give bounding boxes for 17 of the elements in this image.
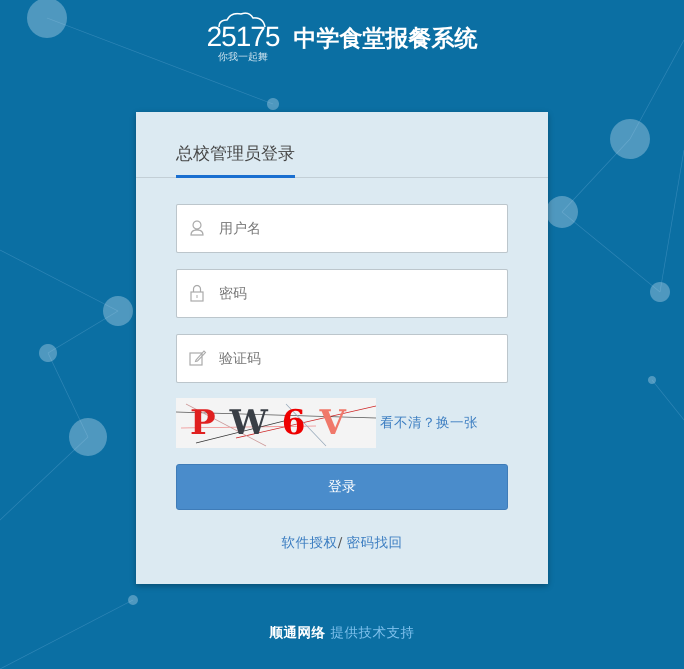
input-field[interactable]: 密码 [176, 269, 508, 318]
input-field[interactable]: 验证码 [176, 334, 508, 383]
app-title: 中学食堂报餐系统 [293, 24, 478, 54]
license-link[interactable]: 软件授权 [282, 534, 338, 552]
edit-icon [189, 349, 207, 367]
link-separator: / [338, 535, 342, 551]
login-tab[interactable]: 总校管理员登录 [176, 142, 295, 178]
logo-tagline: 你我一起舞 [218, 52, 268, 62]
input-field[interactable]: 用户名 [176, 204, 508, 253]
company-name: 顺通网络 [270, 624, 326, 642]
login-button[interactable]: 登录 [176, 464, 508, 510]
logo-mark: 25175 [206, 22, 280, 52]
refresh-captcha-link[interactable]: 看不清？换一张 [380, 414, 478, 432]
password-recovery-link[interactable]: 密码找回 [346, 534, 402, 552]
captcha-char: P [190, 403, 216, 443]
support-text: 提供技术支持 [330, 624, 414, 642]
cloud-icon [216, 12, 267, 28]
